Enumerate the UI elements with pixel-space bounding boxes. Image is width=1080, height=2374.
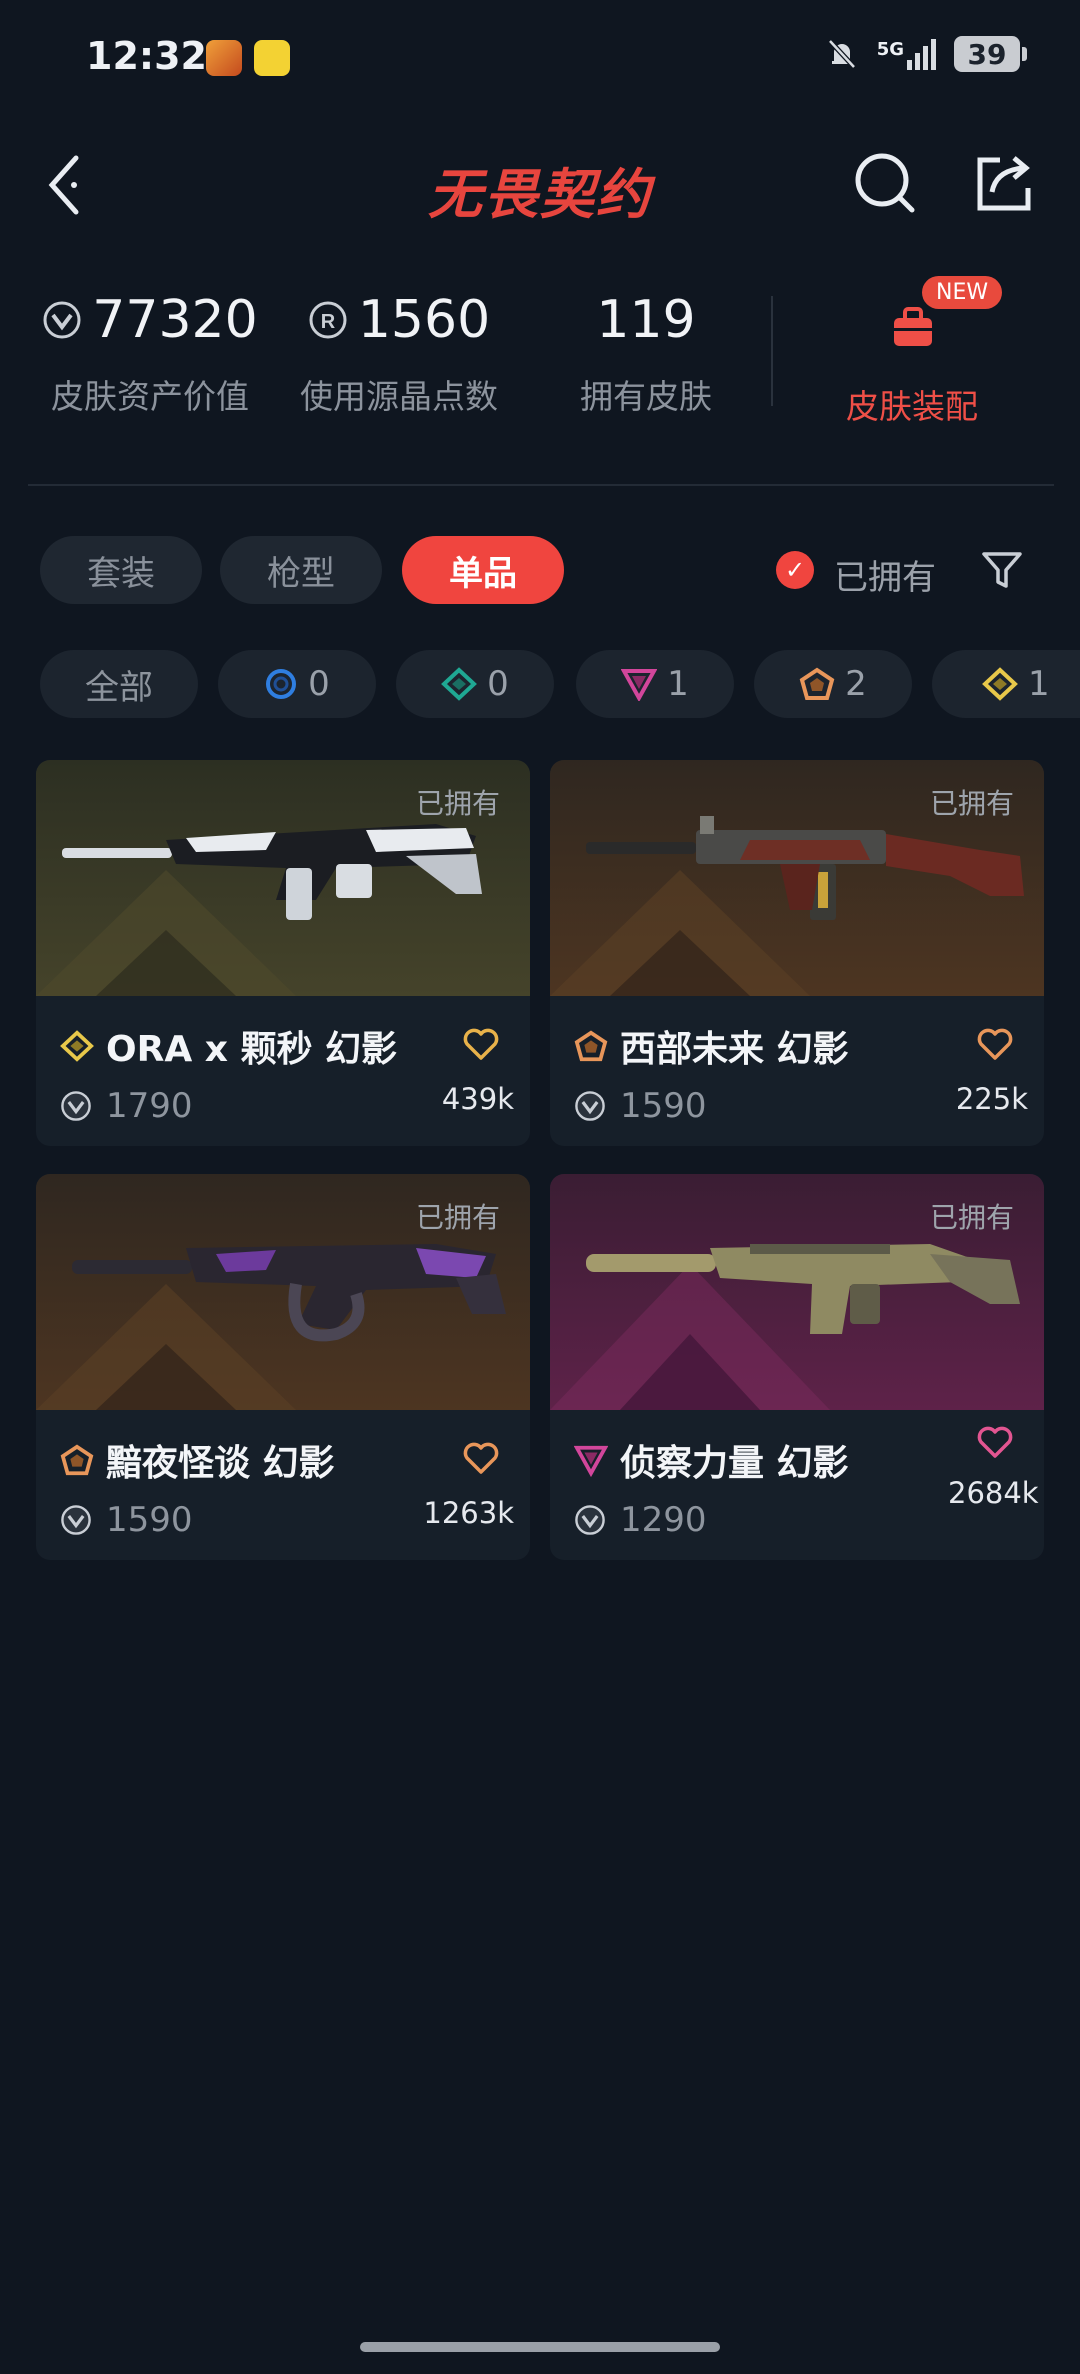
radianite-label: 使用源晶点数 [300,377,498,416]
tier-chip-deluxe[interactable]: 0 [396,650,554,718]
skin-image: 已拥有 [36,1174,530,1410]
owned-tag: 已拥有 [415,1201,500,1234]
skin-price-value: 1590 [620,1086,707,1126]
skin-name: 侦察力量 幻影 [574,1434,849,1486]
skin-name: 黯夜怪谈 幻影 [60,1434,335,1486]
tier-chip-label: 全部 [85,667,153,708]
skin-name: ORA x 颗秒 幻影 [60,1020,397,1072]
select-tier-icon [266,669,297,699]
status-time: 12:32 [86,34,207,78]
owned-tag: 已拥有 [415,787,500,820]
owned-tag: 已拥有 [929,787,1014,820]
tier-count: 0 [487,664,509,704]
tier-chip-all[interactable]: 全部 [40,650,198,718]
skin-name: 西部未来 幻影 [574,1020,849,1072]
skin-card[interactable]: 已拥有 西部未来 幻影 225k 1590 [550,760,1044,1146]
heart-icon[interactable] [976,1026,1014,1062]
tier-count: 2 [845,664,867,704]
loadout-bag-icon[interactable] [890,306,936,348]
heart-icon[interactable] [462,1026,500,1062]
heart-icon[interactable] [462,1440,500,1476]
ultra-tier-icon [982,667,1018,701]
mute-bell-icon [827,39,856,69]
signal-icon: 5G [877,38,936,70]
home-indicator[interactable] [360,2342,720,2352]
stat-radianite: R 1560 使用源晶点数 [292,290,506,418]
owned-filter-label[interactable]: 已拥有 [834,550,936,599]
deluxe-tier-icon [441,667,478,701]
skin-image: 已拥有 [550,1174,1044,1410]
owned-skins-label: 拥有皮肤 [580,377,712,416]
skin-price: 1290 [574,1500,707,1540]
skin-name-text: 黯夜怪谈 幻影 [106,1443,335,1484]
tab-bundles[interactable]: 套装 [40,536,202,604]
exclusive-tier-icon [574,1030,608,1062]
skin-image: 已拥有 [550,760,1044,996]
divider [771,296,773,406]
filter-icon[interactable] [980,548,1024,592]
like-count: 225k [955,1082,1028,1116]
tier-count: 1 [1028,664,1050,704]
divider [28,484,1054,486]
owned-tag: 已拥有 [929,1201,1014,1234]
svg-text:R: R [321,311,336,333]
ultra-tier-icon [60,1030,94,1062]
owned-checkbox[interactable]: ✓ [776,551,814,589]
skin-value-number: 77320 [92,290,258,350]
premium-tier-icon [621,669,658,701]
like-count: 439k [441,1082,514,1116]
battery-icon: 39 [954,36,1027,72]
game-logo: 无畏契约 [428,163,652,226]
vp-icon [575,1505,605,1535]
vp-icon [575,1091,605,1121]
tab-weapon-type[interactable]: 枪型 [220,536,382,604]
search-icon[interactable] [852,150,918,216]
vp-icon [61,1091,91,1121]
tier-chip-select[interactable]: 0 [218,650,376,718]
skin-loadout-button[interactable]: 皮肤装配 [846,380,978,428]
tier-chip-exclusive[interactable]: 2 [754,650,912,718]
skin-card[interactable]: 已拥有 ORA x 颗秒 幻影 439k 1790 [36,760,530,1146]
status-icons: 5G 39 [825,36,1027,72]
skin-name-text: 西部未来 幻影 [620,1029,849,1070]
tier-chip-premium[interactable]: 1 [576,650,734,718]
skin-price: 1790 [60,1086,193,1126]
skin-price: 1590 [574,1086,707,1126]
skin-price-value: 1590 [106,1500,193,1540]
skin-card[interactable]: 已拥有 黯夜怪谈 幻影 1263k 1590 [36,1174,530,1560]
skin-image: 已拥有 [36,760,530,996]
stat-owned-skins: 119 拥有皮肤 [566,290,726,418]
premium-tier-icon [574,1445,608,1477]
tier-count: 1 [667,664,689,704]
heart-icon[interactable] [976,1424,1014,1460]
skin-value-label: 皮肤资产价值 [51,377,249,416]
tier-chip-ultra[interactable]: 1 [932,650,1080,718]
radianite-number: 1560 [357,290,491,350]
owned-skins-number: 119 [596,290,696,350]
stat-skin-value: 77320 皮肤资产价值 [40,290,260,418]
new-badge: NEW [922,276,1003,309]
share-icon[interactable] [970,150,1036,216]
tier-count: 0 [308,664,330,704]
vp-icon [61,1505,91,1535]
vp-icon [43,301,81,339]
skin-card[interactable]: 已拥有 侦察力量 幻影 2684k 1290 [550,1174,1044,1560]
skin-price-value: 1290 [620,1500,707,1540]
tab-single-items[interactable]: 单品 [402,536,564,604]
notification-app-icon [254,40,290,76]
like-count: 1263k [423,1496,514,1530]
radianite-icon: R [309,301,347,339]
skin-name-text: ORA x 颗秒 幻影 [106,1029,398,1070]
notification-app-icon [206,40,242,76]
skin-price-value: 1790 [106,1086,193,1126]
skin-price: 1590 [60,1500,193,1540]
exclusive-tier-icon [799,667,835,700]
like-count: 2684k [948,1476,1039,1510]
skin-name-text: 侦察力量 幻影 [620,1443,849,1484]
exclusive-tier-icon [60,1444,94,1476]
